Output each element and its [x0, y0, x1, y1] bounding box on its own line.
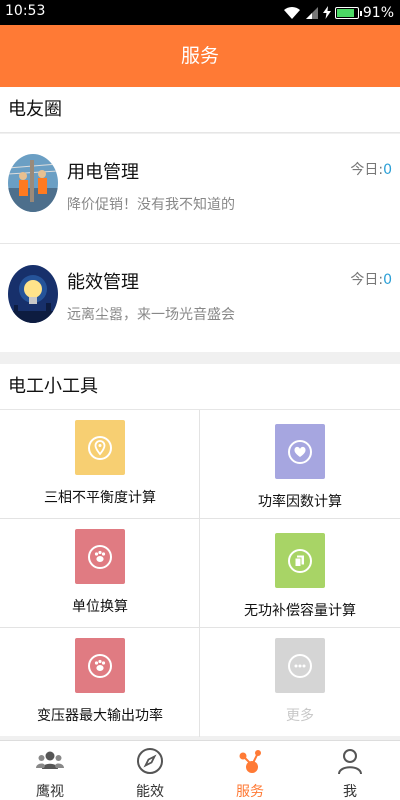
- tab-efficiency[interactable]: 能效: [100, 741, 200, 800]
- battery-percent: 91%: [362, 4, 394, 21]
- wifi-icon: [283, 6, 301, 20]
- more-icon: [287, 653, 313, 679]
- status-icons: 91%: [283, 4, 394, 21]
- tool-power-factor[interactable]: 功率因数计算: [200, 410, 400, 519]
- circle-item-subtitle: 远离尘嚣，来一场光音盛会: [67, 307, 235, 323]
- battery-icon: [334, 6, 362, 19]
- people-group-icon: [36, 747, 64, 775]
- battery-level: [336, 8, 354, 17]
- light-bulb-avatar: [8, 265, 58, 323]
- tool-tile: [275, 424, 325, 479]
- paw-icon: [87, 544, 113, 570]
- tool-tile: [75, 529, 125, 584]
- compass-icon: [136, 747, 164, 775]
- tool-label: 变压器最大输出功率: [37, 708, 163, 724]
- tool-tile: [75, 420, 125, 475]
- signal-icon: [305, 6, 319, 19]
- tab-service[interactable]: 服务: [200, 741, 300, 800]
- tab-label: 能效: [136, 784, 164, 800]
- circle-list: 用电管理 降价促销！没有我不知道的 今日:0 能效管理 远离尘嚣，来一场光音盛会…: [0, 134, 400, 352]
- today-count-value: 0: [383, 162, 392, 178]
- copy-icon: [287, 548, 313, 574]
- tab-label: 鹰视: [36, 784, 64, 800]
- tools-section-title: 电工小工具: [0, 364, 400, 410]
- location-pin-icon: [87, 435, 113, 461]
- page-title: 服务: [0, 25, 400, 87]
- tool-label: 单位换算: [72, 599, 128, 615]
- status-time: 10:53: [5, 3, 46, 19]
- tool-reactive-compensation[interactable]: 无功补偿容量计算: [200, 519, 400, 628]
- today-label: 今日:: [350, 272, 384, 288]
- power-line-worker-avatar: [8, 154, 58, 212]
- charging-icon: [322, 6, 331, 19]
- paw-icon: [87, 653, 113, 679]
- today-count: 今日:0: [350, 269, 392, 289]
- person-icon: [336, 747, 364, 775]
- circle-item-subtitle: 降价促销！没有我不知道的: [67, 197, 235, 213]
- tab-label: 服务: [236, 784, 264, 800]
- tool-label: 无功补偿容量计算: [244, 603, 356, 619]
- circle-item-power-management[interactable]: 用电管理 降价促销！没有我不知道的 今日:0: [0, 134, 400, 243]
- tool-label: 更多: [286, 708, 314, 724]
- today-label: 今日:: [350, 162, 384, 178]
- heart-icon: [287, 439, 313, 465]
- circle-item-title: 用电管理: [67, 162, 139, 183]
- tab-me[interactable]: 我: [300, 741, 400, 800]
- tool-transformer-max-output[interactable]: 变压器最大输出功率: [0, 628, 200, 737]
- tool-label: 功率因数计算: [258, 494, 342, 510]
- today-count-value: 0: [383, 272, 392, 288]
- tool-tile: [275, 638, 325, 693]
- bottom-tab-bar: 鹰视 能效 服务 我: [0, 740, 400, 800]
- circle-section-title: 电友圈: [0, 87, 400, 133]
- today-count: 今日:0: [350, 159, 392, 179]
- tools-grid: 三相不平衡度计算 功率因数计算 单位换算 无功补偿容量计算 变压器最大输出功率 …: [0, 410, 400, 737]
- share-nodes-icon: [236, 747, 264, 775]
- tool-label: 三相不平衡度计算: [44, 490, 156, 506]
- tool-tile: [275, 533, 325, 588]
- tool-tile: [75, 638, 125, 693]
- status-bar: 10:53 91%: [0, 0, 400, 25]
- tab-eagle-view[interactable]: 鹰视: [0, 741, 100, 800]
- tool-more[interactable]: 更多: [200, 628, 400, 737]
- tool-unit-conversion[interactable]: 单位换算: [0, 519, 200, 628]
- tab-label: 我: [343, 784, 357, 800]
- circle-item-efficiency-management[interactable]: 能效管理 远离尘嚣，来一场光音盛会 今日:0: [0, 243, 400, 352]
- circle-item-title: 能效管理: [67, 272, 139, 293]
- tool-three-phase-unbalance[interactable]: 三相不平衡度计算: [0, 410, 200, 519]
